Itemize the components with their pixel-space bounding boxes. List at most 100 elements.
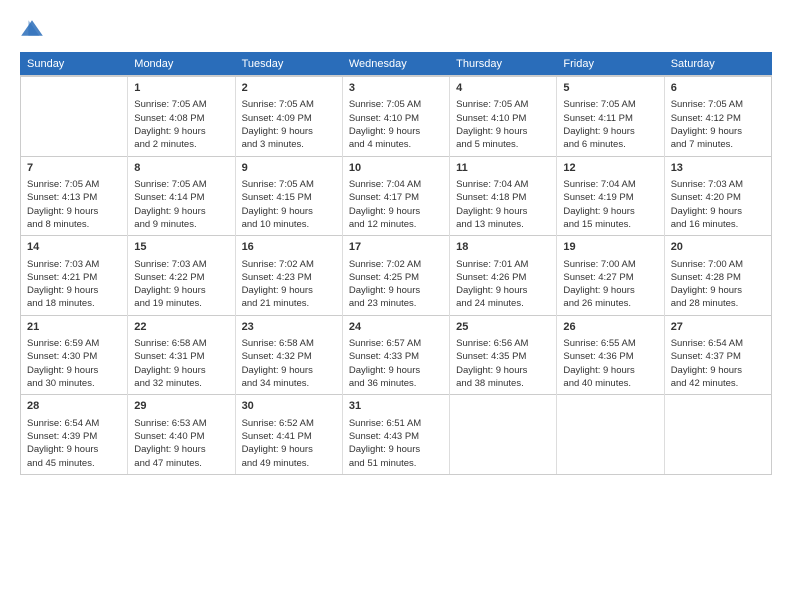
calendar-cell: 11 Sunrise: 7:04 AM Sunset: 4:18 PM Dayli…: [450, 156, 557, 236]
calendar-cell: 7 Sunrise: 7:05 AM Sunset: 4:13 PM Daylig…: [21, 156, 128, 236]
column-header-wednesday: Wednesday: [342, 53, 449, 77]
calendar-cell: 24Sunrise: 6:57 AM Sunset: 4:33 PM Dayli…: [342, 315, 449, 395]
day-info: Sunrise: 7:05 AM Sunset: 4:10 PM Dayligh…: [349, 98, 443, 151]
week-row-4: 21Sunrise: 6:59 AM Sunset: 4:30 PM Dayli…: [21, 315, 772, 395]
day-number: 15: [134, 240, 228, 255]
calendar-cell: 27 Sunrise: 6:54 AM Sunset: 4:37 PM Dayli…: [664, 315, 771, 395]
calendar-cell: 10 Sunrise: 7:04 AM Sunset: 4:17 PM Dayli…: [342, 156, 449, 236]
calendar-cell: 1 Sunrise: 7:05 AM Sunset: 4:08 PM Daylig…: [128, 76, 235, 156]
logo: [20, 16, 48, 40]
day-info: Sunrise: 7:04 AM Sunset: 4:17 PM Dayligh…: [349, 178, 443, 231]
day-number: 12: [563, 161, 657, 176]
calendar-cell: 23 Sunrise: 6:58 AM Sunset: 4:32 PM Dayli…: [235, 315, 342, 395]
day-info: Sunrise: 7:05 AM Sunset: 4:12 PM Dayligh…: [671, 98, 765, 151]
calendar-cell: [557, 395, 664, 475]
column-header-thursday: Thursday: [450, 53, 557, 77]
calendar-cell: 31 Sunrise: 6:51 AM Sunset: 4:43 PM Dayli…: [342, 395, 449, 475]
day-number: 6: [671, 81, 765, 96]
calendar-cell: 18 Sunrise: 7:01 AM Sunset: 4:26 PM Dayli…: [450, 236, 557, 316]
day-info: Sunrise: 7:00 AM Sunset: 4:27 PM Dayligh…: [563, 258, 657, 311]
day-number: 22: [134, 320, 228, 335]
day-info: Sunrise: 7:05 AM Sunset: 4:15 PM Dayligh…: [242, 178, 336, 231]
calendar-cell: 12Sunrise: 7:04 AM Sunset: 4:19 PM Dayli…: [557, 156, 664, 236]
calendar-page: SundayMondayTuesdayWednesdayThursdayFrid…: [0, 0, 792, 612]
day-info: Sunrise: 7:05 AM Sunset: 4:13 PM Dayligh…: [27, 178, 121, 231]
calendar-cell: 20Sunrise: 7:00 AM Sunset: 4:28 PM Dayli…: [664, 236, 771, 316]
column-header-monday: Monday: [128, 53, 235, 77]
day-number: 25: [456, 320, 550, 335]
day-info: Sunrise: 7:00 AM Sunset: 4:28 PM Dayligh…: [671, 258, 765, 311]
day-number: 23: [242, 320, 336, 335]
column-header-sunday: Sunday: [21, 53, 128, 77]
calendar-cell: [664, 395, 771, 475]
day-info: Sunrise: 7:05 AM Sunset: 4:14 PM Dayligh…: [134, 178, 228, 231]
calendar-cell: 28 Sunrise: 6:54 AM Sunset: 4:39 PM Dayli…: [21, 395, 128, 475]
day-number: 31: [349, 399, 443, 414]
day-number: 1: [134, 81, 228, 96]
day-info: Sunrise: 6:53 AM Sunset: 4:40 PM Dayligh…: [134, 417, 228, 470]
day-number: 11: [456, 161, 550, 176]
calendar-cell: 30Sunrise: 6:52 AM Sunset: 4:41 PM Dayli…: [235, 395, 342, 475]
day-number: 27: [671, 320, 765, 335]
day-number: 14: [27, 240, 121, 255]
calendar-cell: 15 Sunrise: 7:03 AM Sunset: 4:22 PM Dayli…: [128, 236, 235, 316]
header-row: SundayMondayTuesdayWednesdayThursdayFrid…: [21, 53, 772, 77]
day-number: 29: [134, 399, 228, 414]
week-row-5: 28 Sunrise: 6:54 AM Sunset: 4:39 PM Dayli…: [21, 395, 772, 475]
calendar-cell: 17Sunrise: 7:02 AM Sunset: 4:25 PM Dayli…: [342, 236, 449, 316]
column-header-tuesday: Tuesday: [235, 53, 342, 77]
day-info: Sunrise: 6:56 AM Sunset: 4:35 PM Dayligh…: [456, 337, 550, 390]
day-info: Sunrise: 7:04 AM Sunset: 4:18 PM Dayligh…: [456, 178, 550, 231]
day-number: 9: [242, 161, 336, 176]
calendar-cell: 21Sunrise: 6:59 AM Sunset: 4:30 PM Dayli…: [21, 315, 128, 395]
calendar-cell: [21, 76, 128, 156]
day-info: Sunrise: 7:05 AM Sunset: 4:11 PM Dayligh…: [563, 98, 657, 151]
calendar-cell: 6 Sunrise: 7:05 AM Sunset: 4:12 PM Daylig…: [664, 76, 771, 156]
day-info: Sunrise: 6:58 AM Sunset: 4:31 PM Dayligh…: [134, 337, 228, 390]
week-row-3: 14 Sunrise: 7:03 AM Sunset: 4:21 PM Dayli…: [21, 236, 772, 316]
day-number: 7: [27, 161, 121, 176]
calendar-cell: 5Sunrise: 7:05 AM Sunset: 4:11 PM Daylig…: [557, 76, 664, 156]
calendar-cell: 26 Sunrise: 6:55 AM Sunset: 4:36 PM Dayli…: [557, 315, 664, 395]
day-info: Sunrise: 7:05 AM Sunset: 4:08 PM Dayligh…: [134, 98, 228, 151]
day-number: 19: [563, 240, 657, 255]
calendar-cell: 14 Sunrise: 7:03 AM Sunset: 4:21 PM Dayli…: [21, 236, 128, 316]
day-number: 13: [671, 161, 765, 176]
day-number: 28: [27, 399, 121, 414]
day-number: 18: [456, 240, 550, 255]
column-header-saturday: Saturday: [664, 53, 771, 77]
calendar-cell: 3 Sunrise: 7:05 AM Sunset: 4:10 PM Daylig…: [342, 76, 449, 156]
header: [20, 16, 772, 40]
column-header-friday: Friday: [557, 53, 664, 77]
day-info: Sunrise: 6:58 AM Sunset: 4:32 PM Dayligh…: [242, 337, 336, 390]
day-number: 17: [349, 240, 443, 255]
calendar-cell: 4 Sunrise: 7:05 AM Sunset: 4:10 PM Daylig…: [450, 76, 557, 156]
calendar-table: SundayMondayTuesdayWednesdayThursdayFrid…: [20, 52, 772, 475]
day-number: 3: [349, 81, 443, 96]
calendar-cell: 8 Sunrise: 7:05 AM Sunset: 4:14 PM Daylig…: [128, 156, 235, 236]
calendar-cell: 2 Sunrise: 7:05 AM Sunset: 4:09 PM Daylig…: [235, 76, 342, 156]
calendar-cell: 16Sunrise: 7:02 AM Sunset: 4:23 PM Dayli…: [235, 236, 342, 316]
day-info: Sunrise: 7:05 AM Sunset: 4:09 PM Dayligh…: [242, 98, 336, 151]
day-number: 4: [456, 81, 550, 96]
day-number: 8: [134, 161, 228, 176]
day-info: Sunrise: 7:03 AM Sunset: 4:20 PM Dayligh…: [671, 178, 765, 231]
day-info: Sunrise: 6:55 AM Sunset: 4:36 PM Dayligh…: [563, 337, 657, 390]
day-info: Sunrise: 6:54 AM Sunset: 4:37 PM Dayligh…: [671, 337, 765, 390]
calendar-cell: 13 Sunrise: 7:03 AM Sunset: 4:20 PM Dayli…: [664, 156, 771, 236]
day-number: 30: [242, 399, 336, 414]
calendar-cell: 19 Sunrise: 7:00 AM Sunset: 4:27 PM Dayli…: [557, 236, 664, 316]
day-info: Sunrise: 7:05 AM Sunset: 4:10 PM Dayligh…: [456, 98, 550, 151]
day-info: Sunrise: 6:57 AM Sunset: 4:33 PM Dayligh…: [349, 337, 443, 390]
calendar-cell: [450, 395, 557, 475]
day-number: 2: [242, 81, 336, 96]
day-number: 16: [242, 240, 336, 255]
day-info: Sunrise: 7:03 AM Sunset: 4:21 PM Dayligh…: [27, 258, 121, 311]
calendar-cell: 29 Sunrise: 6:53 AM Sunset: 4:40 PM Dayli…: [128, 395, 235, 475]
day-info: Sunrise: 7:03 AM Sunset: 4:22 PM Dayligh…: [134, 258, 228, 311]
day-info: Sunrise: 6:51 AM Sunset: 4:43 PM Dayligh…: [349, 417, 443, 470]
day-number: 26: [563, 320, 657, 335]
day-number: 10: [349, 161, 443, 176]
day-info: Sunrise: 7:01 AM Sunset: 4:26 PM Dayligh…: [456, 258, 550, 311]
day-info: Sunrise: 6:54 AM Sunset: 4:39 PM Dayligh…: [27, 417, 121, 470]
